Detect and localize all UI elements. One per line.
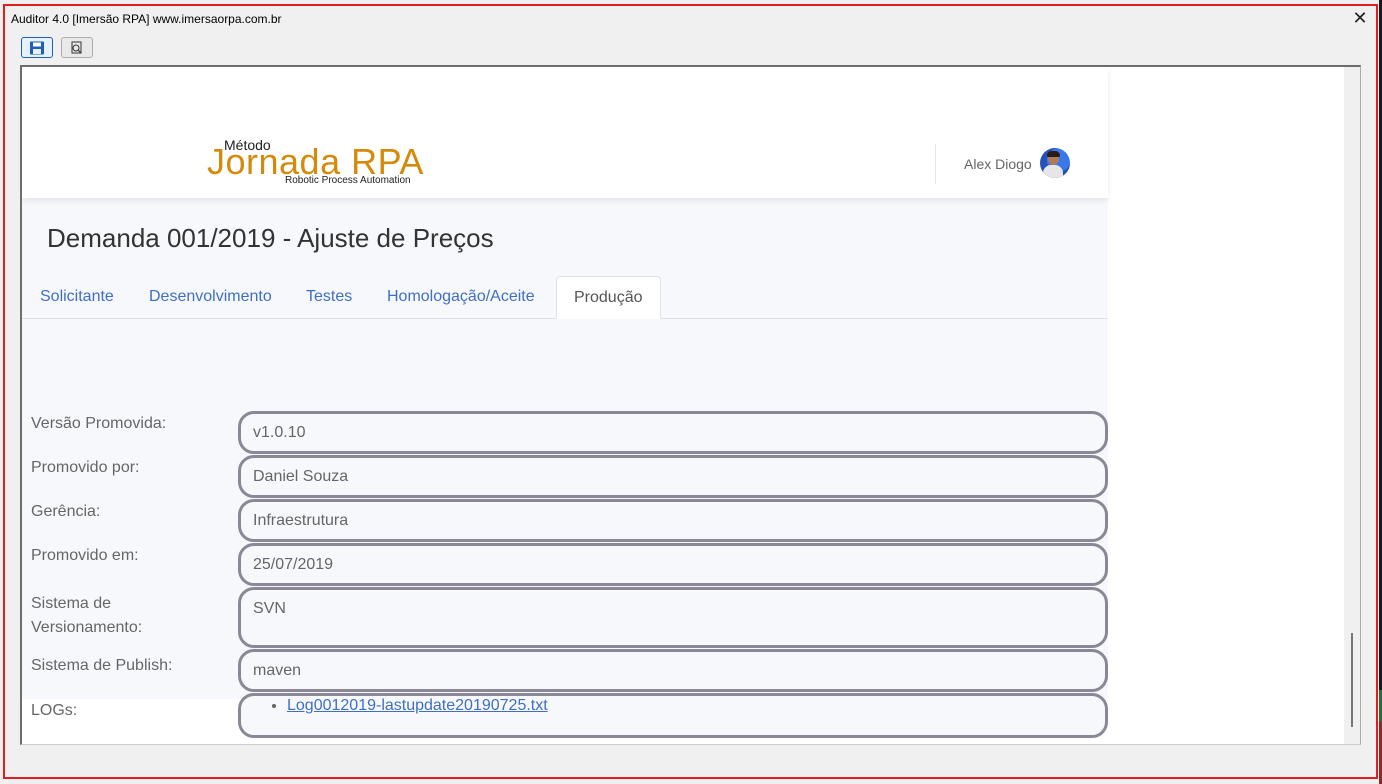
close-button[interactable]: ✕	[1350, 8, 1370, 28]
log-link[interactable]: Log0012019-lastupdate20190725.txt	[287, 697, 548, 714]
publish-label: Sistema de Publish:	[31, 657, 173, 674]
versao-label: Versão Promovida:	[31, 415, 167, 432]
promovido-em-value: 25/07/2019	[253, 556, 334, 573]
promovido-por-value: Daniel Souza	[253, 468, 349, 485]
save-button[interactable]	[21, 37, 53, 58]
tab-solicitante[interactable]: Solicitante	[23, 276, 131, 319]
logs-field: Log0012019-lastupdate20190725.txt	[238, 693, 1108, 738]
logo-subtitle: Robotic Process Automation	[285, 175, 411, 186]
tab-desenvolvimento[interactable]: Desenvolvimento	[132, 276, 289, 319]
publish-field[interactable]: maven	[238, 649, 1108, 692]
gerencia-label: Gerência:	[31, 503, 101, 520]
app-header: Método Jornada RPA Robotic Process Autom…	[22, 67, 1108, 198]
tab-producao[interactable]: Produção	[556, 276, 661, 319]
log-list: Log0012019-lastupdate20190725.txt	[253, 696, 1093, 715]
tab-bar: Solicitante Desenvolvimento Testes Homol…	[22, 276, 1108, 319]
app-window: Auditor 4.0 [Imersão RPA] www.imersaorpa…	[3, 4, 1378, 779]
print-preview-button[interactable]	[61, 37, 93, 58]
tab-homologacao[interactable]: Homologação/Aceite	[370, 276, 552, 319]
avatar[interactable]	[1040, 148, 1070, 178]
window-title: Auditor 4.0 [Imersão RPA] www.imersaorpa…	[11, 12, 282, 26]
versionamento-label: Sistema de Versionamento:	[31, 592, 142, 640]
versao-field[interactable]: v1.0.10	[238, 411, 1108, 454]
gerencia-field[interactable]: Infraestrutura	[238, 499, 1108, 542]
versionamento-label-line1: Sistema de	[31, 595, 112, 612]
versionamento-label-line2: Versionamento:	[31, 619, 143, 636]
user-name[interactable]: Alex Diogo	[964, 156, 1032, 172]
logs-label: LOGs:	[31, 702, 78, 719]
avatar-body	[1043, 165, 1063, 178]
promovido-por-field[interactable]: Daniel Souza	[238, 455, 1108, 498]
promovido-por-label: Promovido por:	[31, 459, 140, 476]
print-preview-icon	[71, 41, 82, 53]
tab-testes[interactable]: Testes	[289, 276, 369, 319]
logo: Método Jornada RPA Robotic Process Autom…	[207, 133, 427, 193]
header-divider	[935, 144, 936, 184]
promovido-em-field[interactable]: 25/07/2019	[238, 543, 1108, 586]
floppy-disk-icon	[30, 41, 44, 54]
list-item: Log0012019-lastupdate20190725.txt	[287, 697, 1093, 715]
versionamento-value: SVN	[253, 600, 286, 617]
versao-value: v1.0.10	[253, 424, 306, 441]
versionamento-field[interactable]: SVN	[238, 587, 1108, 648]
avatar-hair	[1047, 151, 1060, 157]
gerencia-value: Infraestrutura	[253, 512, 349, 529]
scrollbar-thumb[interactable]	[1351, 633, 1353, 727]
toolbar	[5, 34, 1376, 60]
vertical-scrollbar[interactable]	[1344, 67, 1360, 744]
main-content: Demanda 001/2019 - Ajuste de Preços Soli…	[22, 198, 1108, 738]
publish-value: maven	[253, 662, 302, 679]
title-bar: Auditor 4.0 [Imersão RPA] www.imersaorpa…	[5, 6, 1376, 32]
page-title: Demanda 001/2019 - Ajuste de Preços	[47, 223, 494, 253]
browser-frame: Método Jornada RPA Robotic Process Autom…	[20, 65, 1361, 745]
promovido-em-label: Promovido em:	[31, 547, 139, 564]
